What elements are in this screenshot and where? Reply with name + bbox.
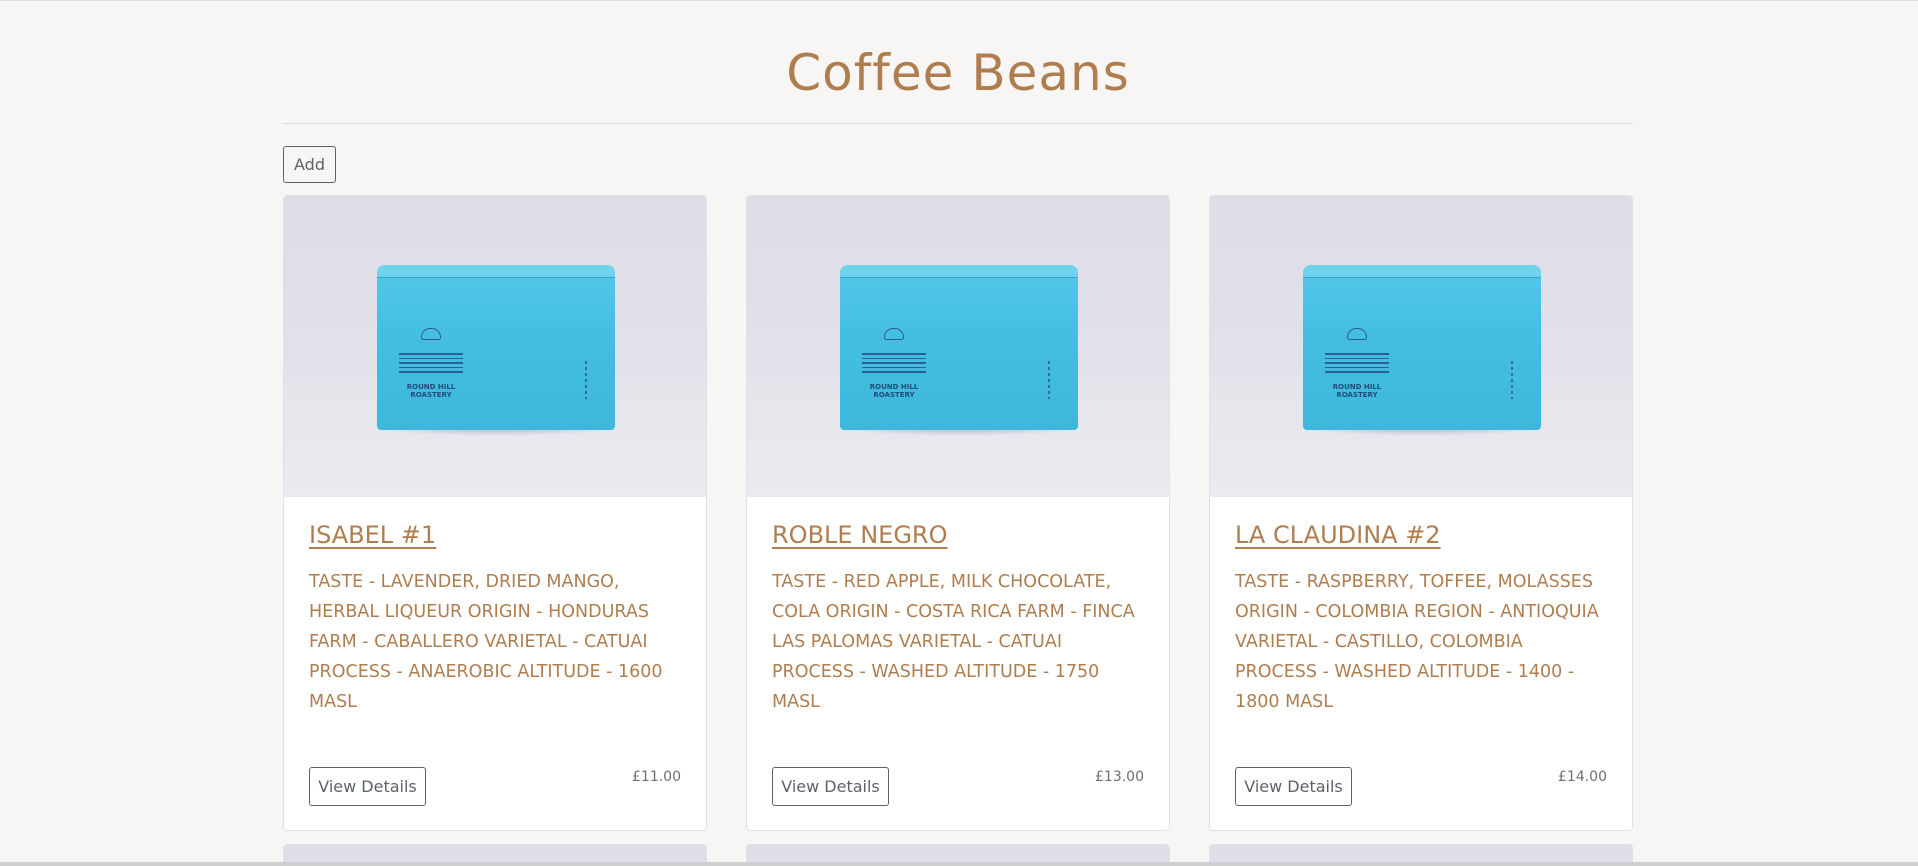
add-button[interactable]: Add xyxy=(283,146,336,183)
product-card: ROUND HILL ROASTERY ROBLE NEGRO TASTE - … xyxy=(746,195,1170,831)
product-image[interactable]: ROUND HILL ROASTERY xyxy=(747,196,1169,497)
page-title: Coffee Beans xyxy=(786,44,1130,102)
bag-seal xyxy=(840,265,1078,278)
product-price: £13.00 xyxy=(1095,769,1144,785)
coffee-bag-image: ROUND HILL ROASTERY xyxy=(377,265,615,430)
bag-brand-text: ROUND HILL ROASTERY xyxy=(869,383,919,399)
roastery-logo-icon xyxy=(884,328,904,340)
coffee-bag-image: ROUND HILL ROASTERY xyxy=(840,265,1078,430)
product-price: £14.00 xyxy=(1558,769,1607,785)
product-card: ROUND HILL ROASTERY LA CLAUDINA #2 TASTE… xyxy=(1209,195,1633,831)
view-details-button[interactable]: View Details xyxy=(309,767,426,806)
card-body: ROBLE NEGRO TASTE - RED APPLE, MILK CHOC… xyxy=(747,497,1169,830)
bag-label-lines xyxy=(399,353,463,376)
card-body: ISABEL #1 TASTE - LAVENDER, DRIED MANGO,… xyxy=(284,497,706,830)
bag-side-print xyxy=(585,361,587,399)
product-price: £11.00 xyxy=(632,769,681,785)
view-details-button[interactable]: View Details xyxy=(1235,767,1352,806)
product-description: TASTE - LAVENDER, DRIED MANGO, HERBAL LI… xyxy=(309,572,663,712)
bag-brand-text: ROUND HILL ROASTERY xyxy=(406,383,456,399)
bag-side-print xyxy=(1048,361,1050,399)
coffee-bag-image: ROUND HILL ROASTERY xyxy=(1303,265,1541,430)
product-title-link[interactable]: ROBLE NEGRO xyxy=(772,521,947,549)
roastery-logo-icon xyxy=(1347,328,1367,340)
main-container: Coffee Beans Add ROUND HILL ROASTERY ISA… xyxy=(283,0,1633,831)
roastery-logo-icon xyxy=(421,328,441,340)
product-image[interactable]: ROUND HILL ROASTERY xyxy=(284,196,706,497)
product-description: TASTE - RED APPLE, MILK CHOCOLATE, COLA … xyxy=(772,572,1135,712)
bag-brand-text: ROUND HILL ROASTERY xyxy=(1332,383,1382,399)
product-title-link[interactable]: ISABEL #1 xyxy=(309,521,436,549)
bag-side-print xyxy=(1511,361,1513,399)
bag-seal xyxy=(1303,265,1541,278)
bag-label-lines xyxy=(862,353,926,376)
product-title-link[interactable]: LA CLAUDINA #2 xyxy=(1235,521,1441,549)
view-details-button[interactable]: View Details xyxy=(772,767,889,806)
product-description: TASTE - RASPBERRY, TOFFEE, MOLASSES ORIG… xyxy=(1235,572,1599,712)
product-image[interactable]: ROUND HILL ROASTERY xyxy=(1210,196,1632,497)
bag-seal xyxy=(377,265,615,278)
bag-label-lines xyxy=(1325,353,1389,376)
title-divider xyxy=(283,123,1633,124)
product-card: ROUND HILL ROASTERY ISABEL #1 TASTE - LA… xyxy=(283,195,707,831)
card-body: LA CLAUDINA #2 TASTE - RASPBERRY, TOFFEE… xyxy=(1210,497,1632,830)
horizontal-scrollbar[interactable] xyxy=(0,862,1918,866)
